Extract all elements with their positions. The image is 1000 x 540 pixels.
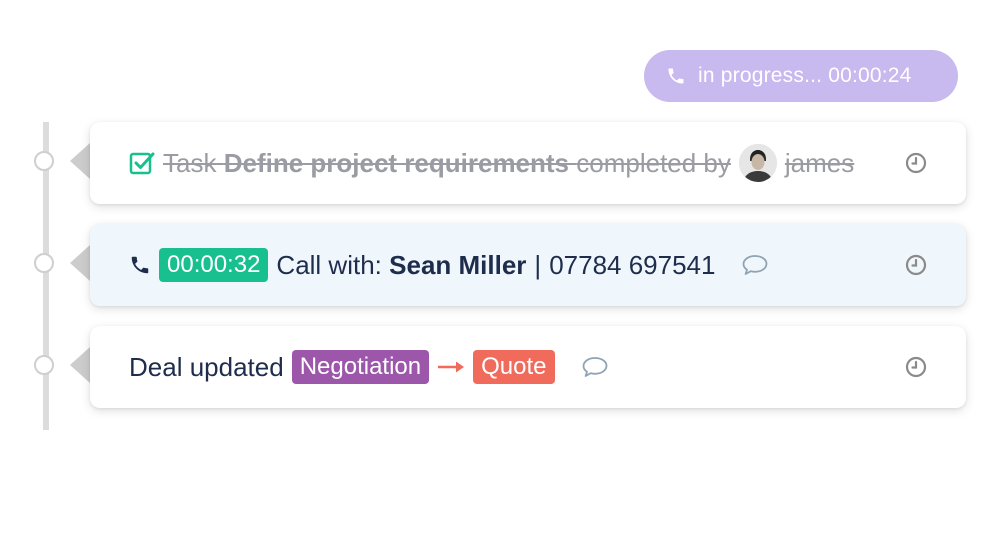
task-user[interactable]: james bbox=[785, 148, 854, 179]
task-title: Define project requirements bbox=[223, 147, 570, 178]
phone-icon bbox=[666, 66, 686, 86]
timeline-item-task[interactable]: Task Define project requirements complet… bbox=[90, 122, 966, 204]
card-pointer bbox=[70, 245, 90, 281]
task-text: Task Define project requirements complet… bbox=[163, 144, 854, 182]
clock-icon[interactable] bbox=[905, 152, 927, 174]
timeline-item-call[interactable]: 00:00:32 Call with: Sean Miller | 07784 … bbox=[90, 224, 966, 306]
checkbox-checked-icon bbox=[129, 150, 155, 176]
timeline-node bbox=[34, 253, 54, 273]
comment-icon[interactable] bbox=[741, 253, 769, 277]
clock-icon[interactable] bbox=[905, 254, 927, 276]
timeline-node bbox=[34, 355, 54, 375]
call-in-progress-indicator[interactable]: in progress... 00:00:24 bbox=[644, 50, 958, 102]
timeline-node bbox=[34, 151, 54, 171]
call-contact-name[interactable]: Sean Miller bbox=[389, 250, 526, 281]
stage-badge-from: Negotiation bbox=[291, 350, 430, 384]
card-pointer bbox=[70, 347, 90, 383]
timeline-item-deal[interactable]: Deal updated Negotiation Quote bbox=[90, 326, 966, 408]
comment-icon[interactable] bbox=[581, 355, 609, 379]
card-pointer bbox=[70, 143, 90, 179]
deal-label: Deal updated bbox=[129, 351, 284, 382]
task-suffix: completed by bbox=[576, 147, 731, 178]
task-prefix: Task bbox=[163, 147, 217, 178]
avatar[interactable] bbox=[738, 144, 777, 182]
arrow-right-icon bbox=[437, 359, 465, 375]
stage-badge-to: Quote bbox=[473, 350, 555, 384]
clock-icon[interactable] bbox=[905, 356, 927, 378]
call-separator: | bbox=[534, 249, 542, 280]
call-status-text: in progress... 00:00:24 bbox=[698, 64, 912, 87]
phone-icon bbox=[129, 254, 151, 276]
call-duration-badge: 00:00:32 bbox=[159, 248, 269, 282]
call-label: Call with: bbox=[276, 249, 382, 280]
call-phone-number[interactable]: 07784 697541 bbox=[549, 250, 715, 281]
